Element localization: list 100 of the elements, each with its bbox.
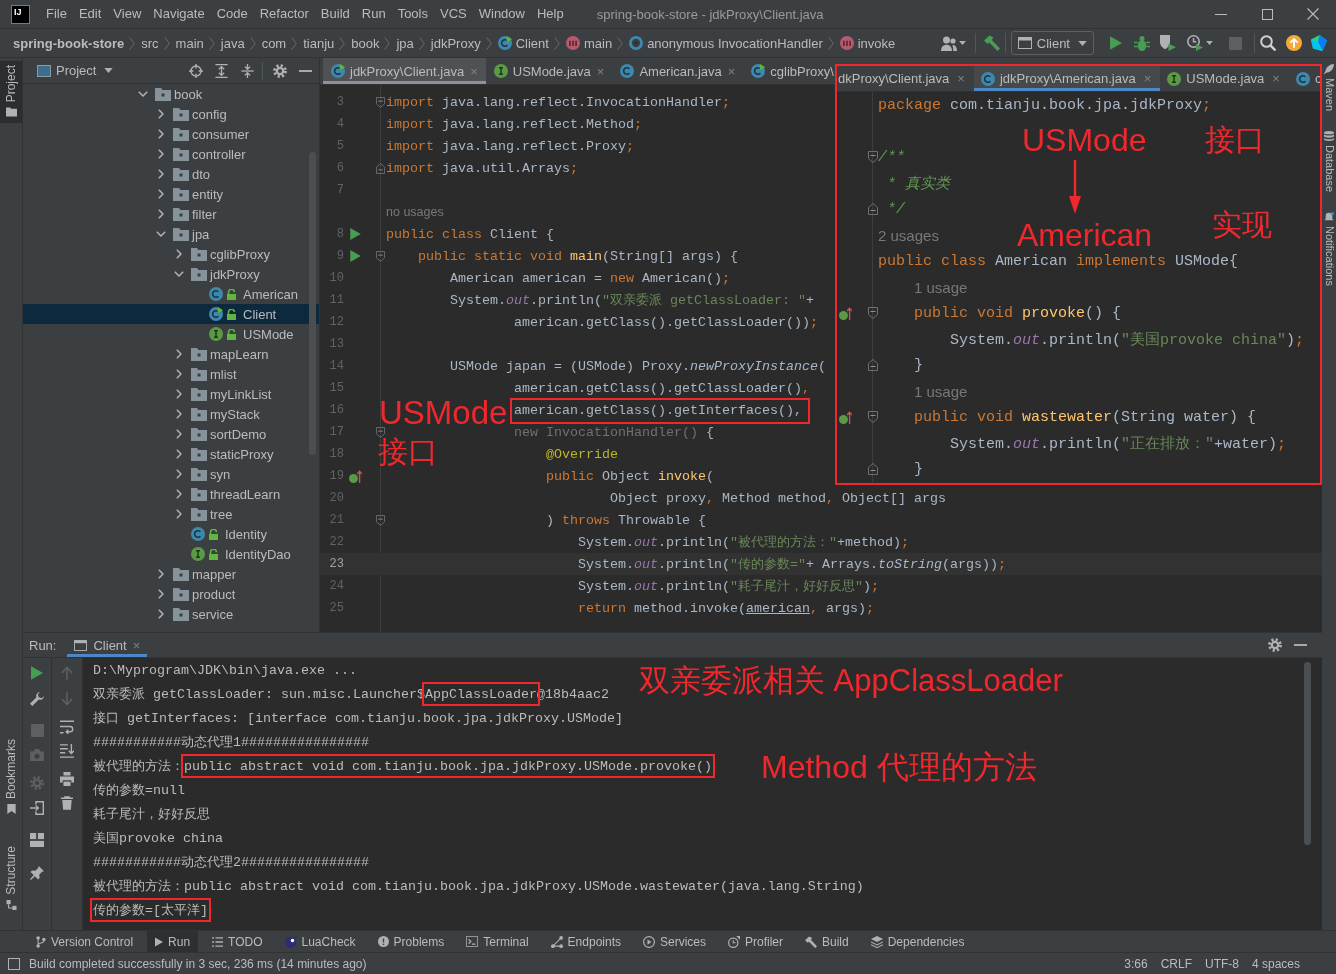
menu-item[interactable]: Window	[472, 4, 531, 24]
tree-item[interactable]: American	[209, 284, 298, 304]
editor-tab[interactable]: USMode.java ×	[1160, 66, 1289, 91]
fold-icon[interactable]	[867, 359, 878, 371]
settings-icon[interactable]	[1268, 638, 1282, 652]
tree-item[interactable]: tree	[174, 504, 233, 524]
scroll-to-end-icon[interactable]	[60, 744, 74, 758]
tree-item[interactable]: product	[156, 584, 236, 604]
menu-item[interactable]: Navigate	[147, 4, 211, 24]
tool-window-button[interactable]: Version Control	[28, 931, 142, 952]
editor-tab[interactable]: American.java ×	[612, 58, 744, 84]
layout-icon[interactable]	[30, 833, 44, 847]
tree-item[interactable]: Identity	[191, 524, 267, 544]
breadcrumb-item[interactable]: main	[565, 35, 613, 51]
tool-window-button[interactable]: Structure	[0, 842, 22, 916]
menu-item[interactable]: File	[40, 4, 73, 24]
tool-window-button[interactable]: Profiler	[720, 931, 791, 952]
user-icon[interactable]	[940, 35, 957, 51]
minus-icon[interactable]	[299, 69, 312, 72]
crosshair-icon[interactable]	[189, 63, 203, 78]
breadcrumb-item[interactable]: Client	[497, 35, 549, 51]
run-icon[interactable]	[349, 250, 361, 262]
menu-item[interactable]: View	[107, 4, 148, 24]
tool-window-button[interactable]: Build	[797, 931, 857, 952]
implementation-icon[interactable]	[838, 410, 852, 424]
maximize-icon[interactable]	[1261, 8, 1273, 20]
status-item[interactable]: CRLF	[1160, 956, 1192, 971]
collapse-all-icon[interactable]	[241, 63, 254, 78]
breadcrumb-item[interactable]: main	[175, 35, 204, 51]
close-tab-button[interactable]: ×	[596, 63, 605, 79]
editor-tab[interactable]: jdkProxy\American.java ×	[973, 66, 1161, 91]
tree-item[interactable]: dto	[156, 164, 211, 184]
breadcrumb-item[interactable]: invoke	[839, 35, 896, 51]
fold-icon[interactable]	[867, 411, 878, 423]
tree-item[interactable]: threadLearn	[174, 484, 281, 504]
polygon-icon[interactable]	[1311, 35, 1327, 51]
run-icon[interactable]	[1110, 36, 1122, 50]
tree-item[interactable]: syn	[174, 464, 231, 484]
menu-item[interactable]: Tools	[391, 4, 434, 24]
minimize-icon[interactable]	[1215, 13, 1227, 15]
up-arrow-icon[interactable]	[1286, 35, 1302, 51]
editor-tab[interactable]: cglibProxy\	[743, 58, 834, 84]
run-tab[interactable]: Client ×	[67, 633, 148, 657]
tree-item[interactable]: mapper	[156, 564, 237, 584]
close-icon[interactable]	[1307, 8, 1319, 20]
run-configuration-dropdown[interactable]: Client	[1010, 31, 1094, 55]
search-icon[interactable]	[1260, 35, 1276, 51]
tree-item[interactable]: jdkProxy	[174, 264, 260, 284]
fold-icon[interactable]	[867, 151, 878, 163]
tool-window-button[interactable]: LuaCheck	[276, 931, 364, 952]
trash-icon[interactable]	[61, 796, 73, 810]
editor-tab[interactable]: USMode.java ×	[485, 58, 613, 84]
tree-item[interactable]: config	[156, 104, 227, 124]
tool-window-button[interactable]: Problems	[369, 931, 453, 952]
settings-icon[interactable]	[273, 63, 287, 78]
breadcrumb-item[interactable]: jdkProxy	[430, 35, 481, 51]
status-item[interactable]: 4 spaces	[1251, 956, 1300, 971]
tree-item[interactable]: USMode	[209, 324, 294, 344]
tool-window-button[interactable]: Endpoints	[542, 931, 629, 952]
tree-item[interactable]: myStack	[174, 404, 260, 424]
wrench-icon[interactable]	[30, 692, 44, 706]
tree-item[interactable]: mlist	[174, 364, 237, 384]
breadcrumb-item[interactable]: java	[220, 35, 245, 51]
tree-item[interactable]: myLinkList	[174, 384, 272, 404]
status-item[interactable]: 3:66	[1124, 956, 1148, 971]
menu-item[interactable]: Edit	[72, 4, 108, 24]
breadcrumb-item[interactable]: jpa	[396, 35, 414, 51]
exit-icon[interactable]	[30, 801, 44, 815]
menu-item[interactable]: Run	[355, 4, 392, 24]
fold-icon[interactable]	[867, 203, 878, 215]
close-tab-button[interactable]: ×	[1272, 71, 1280, 86]
run-icon[interactable]	[349, 228, 361, 240]
tool-window-button[interactable]: Maven	[1322, 64, 1336, 112]
tool-window-button[interactable]: Dependencies	[862, 931, 973, 952]
expand-all-icon[interactable]	[215, 63, 228, 78]
tool-window-button[interactable]: Project	[0, 61, 22, 124]
pin-icon[interactable]	[30, 866, 44, 880]
fold-icon[interactable]	[867, 463, 878, 475]
bug-icon[interactable]	[1134, 35, 1150, 51]
editor-tab[interactable]: jdkProxy\Client.java ×	[323, 58, 486, 84]
tree-item[interactable]: filter	[156, 204, 217, 224]
implementation-icon[interactable]	[348, 469, 362, 483]
print-icon[interactable]	[60, 772, 74, 786]
caret-icon[interactable]	[1206, 41, 1213, 45]
menu-item[interactable]: VCS	[434, 4, 473, 24]
tool-window-button[interactable]: Bookmarks	[0, 735, 22, 821]
menu-item[interactable]: Code	[210, 4, 254, 24]
tree-item[interactable]: book	[138, 84, 203, 104]
fold-icon[interactable]	[375, 514, 385, 526]
close-tab-button[interactable]: ×	[132, 637, 141, 653]
hammer-icon[interactable]	[983, 35, 1000, 51]
menu-item[interactable]: Help	[530, 4, 570, 24]
fold-icon[interactable]	[867, 307, 878, 319]
fold-icon[interactable]	[375, 162, 385, 174]
tool-window-button[interactable]: Database	[1322, 131, 1336, 193]
tool-window-button[interactable]: TODO	[204, 931, 271, 952]
tree-item[interactable]: service	[156, 604, 234, 624]
fold-icon[interactable]	[375, 250, 385, 262]
shield-run-icon[interactable]	[1160, 35, 1176, 51]
menu-item[interactable]: Refactor	[253, 4, 315, 24]
